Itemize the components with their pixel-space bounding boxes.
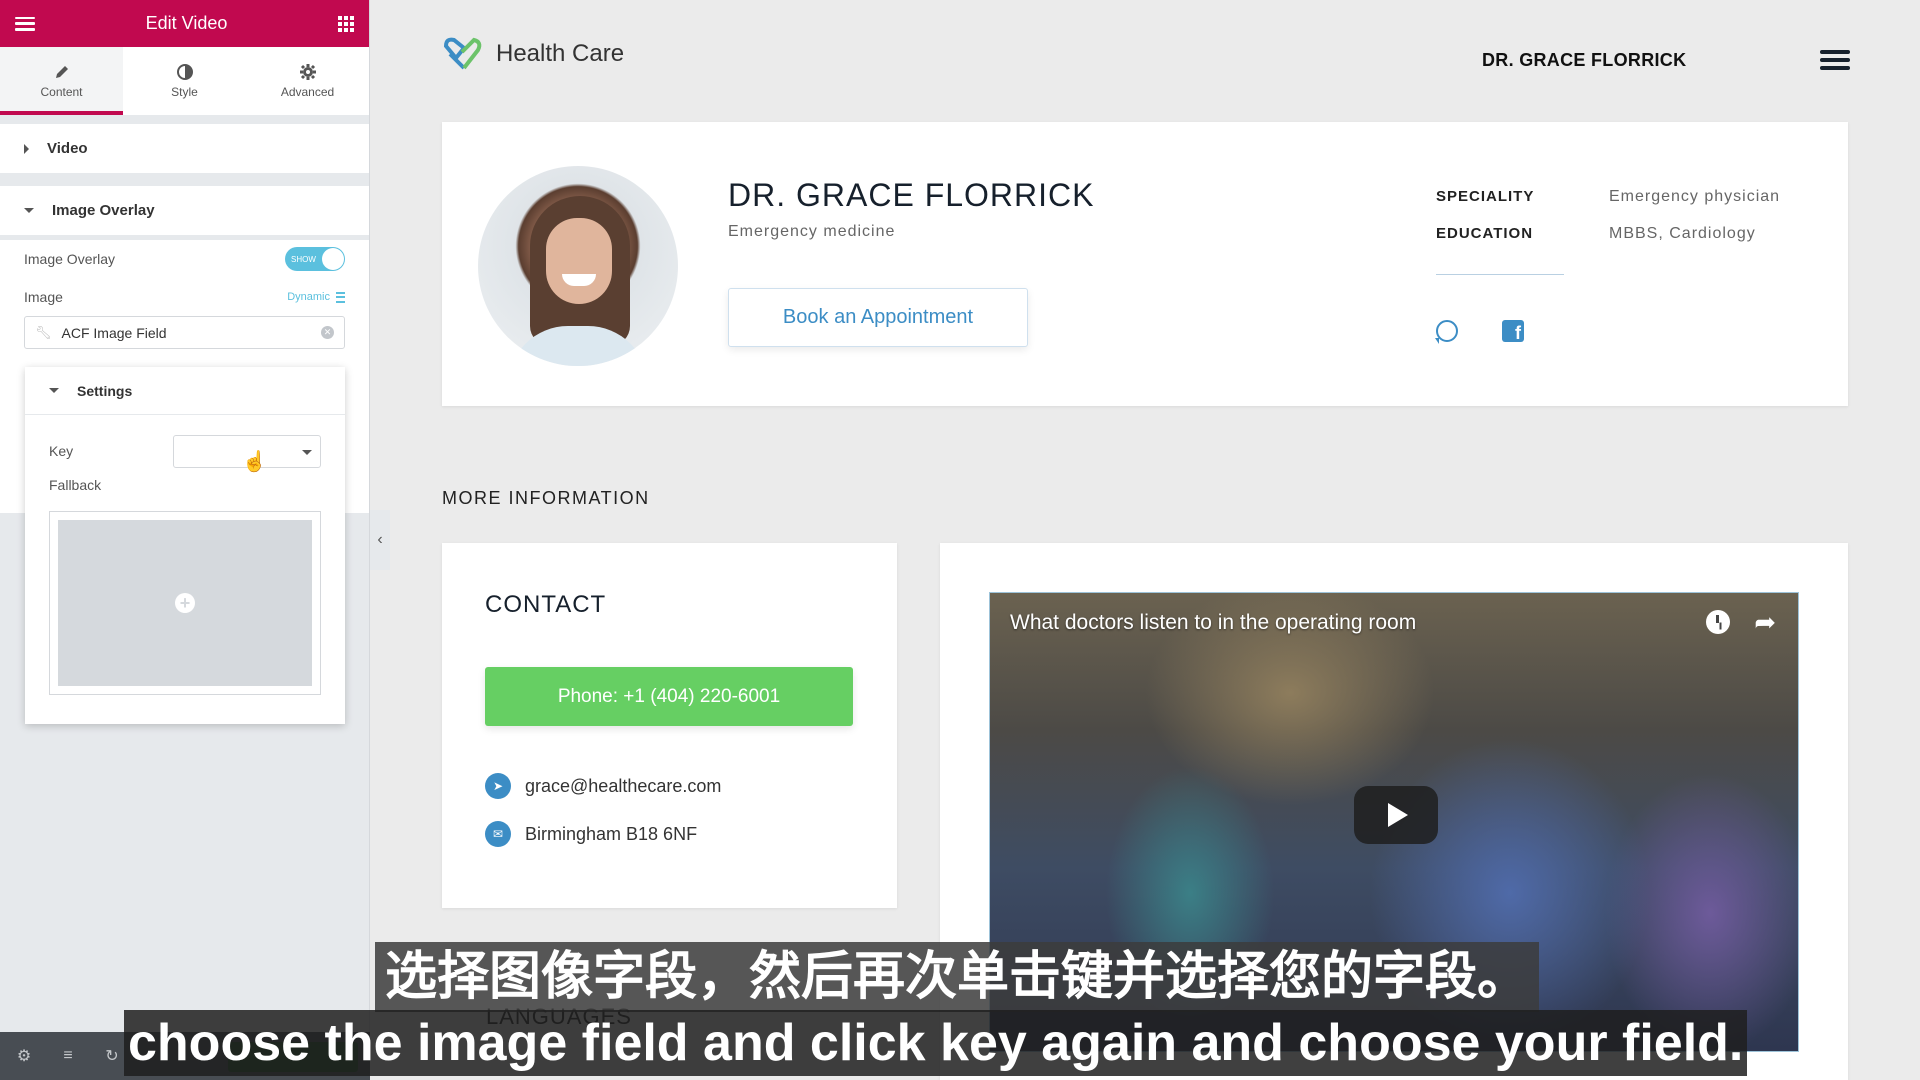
site-logo[interactable]: Health Care — [442, 36, 624, 72]
doctor-subtitle: Emergency medicine — [728, 223, 896, 240]
dynamic-tags-button[interactable]: Dynamic — [287, 291, 345, 303]
image-overlay-toggle[interactable]: SHOW — [285, 247, 345, 271]
widgets-grid-icon[interactable] — [337, 15, 354, 32]
caret-down-icon — [24, 208, 34, 213]
section-video[interactable]: Video — [0, 124, 369, 174]
tab-advanced[interactable]: Advanced — [246, 47, 369, 115]
fallback-label: Fallback — [49, 477, 102, 493]
subtitle-chinese: 选择图像字段，然后再次单击键并选择您的字段。 — [375, 942, 1540, 1012]
tab-label: Content — [40, 85, 83, 99]
panel-header: Edit Video — [0, 0, 369, 47]
tab-label: Advanced — [280, 85, 335, 99]
wrench-icon[interactable]: 🔧︎ — [35, 325, 52, 341]
collapse-panel-handle[interactable]: ‹ — [370, 510, 390, 570]
remove-dynamic-icon[interactable]: ✕ — [321, 326, 334, 339]
site-preview: Health Care DR. GRACE FLORRICK DR. GRACE… — [390, 0, 1920, 1080]
section-label: Video — [47, 140, 88, 157]
key-label: Key — [49, 443, 74, 459]
tab-content[interactable]: Content — [0, 47, 123, 115]
envelope-icon: ✉ — [485, 821, 511, 847]
whatsapp-icon[interactable] — [1435, 320, 1458, 344]
gear-icon — [299, 63, 317, 81]
doctor-avatar — [478, 166, 678, 366]
subtitle-english: choose the image field and click key aga… — [124, 1010, 1748, 1076]
pencil-icon — [53, 63, 71, 81]
info-value: Emergency physician — [1609, 187, 1781, 205]
heart-logo-icon — [443, 37, 482, 70]
image-overlay-row: Image Overlay SHOW — [24, 240, 345, 278]
paper-plane-icon: ➤ — [485, 773, 511, 799]
toggle-knob — [322, 248, 344, 270]
info-row: EDUCATION MBBS, Cardiology — [1436, 215, 1780, 252]
site-menu-icon[interactable] — [1820, 50, 1850, 70]
divider — [1436, 274, 1564, 275]
contact-card: CONTACT Phone: +1 (404) 220-6001 ➤ grace… — [442, 543, 897, 908]
video-title[interactable]: What doctors listen to in the operating … — [1010, 611, 1416, 635]
caret-down-icon — [49, 388, 59, 393]
dynamic-label: Dynamic — [287, 291, 330, 303]
section-label: Image Overlay — [52, 202, 155, 219]
book-appointment-button[interactable]: Book an Appointment — [728, 288, 1028, 347]
nav-doctor-name[interactable]: DR. GRACE FLORRICK — [1482, 50, 1686, 71]
caret-right-icon — [24, 143, 29, 154]
fallback-media-picker[interactable]: + — [49, 511, 321, 695]
panel-title: Edit Video — [145, 13, 228, 33]
image-row: Image Dynamic — [24, 278, 345, 316]
contact-heading: CONTACT — [485, 591, 607, 618]
media-placeholder[interactable]: + — [58, 520, 312, 686]
info-value: MBBS, Cardiology — [1609, 224, 1756, 242]
acf-image-field[interactable]: 🔧︎ ACF Image Field ✕ — [24, 316, 345, 349]
chevron-down-icon — [302, 449, 312, 455]
database-icon — [336, 291, 345, 303]
panel-tabs: Content Style Advanced — [0, 47, 369, 115]
settings-title: Settings — [77, 382, 133, 399]
history-icon[interactable]: ↻ — [102, 1046, 122, 1066]
settings-header[interactable]: Settings — [25, 367, 345, 415]
doctor-name: DR. GRACE FLORRICK — [728, 177, 1095, 213]
social-links: f — [1435, 320, 1524, 344]
info-row: SPECIALITY Emergency physician — [1436, 178, 1780, 215]
key-row: Key — [25, 431, 345, 471]
profile-card: DR. GRACE FLORRICK Emergency medicine Bo… — [442, 122, 1848, 406]
toggle-label: SHOW — [291, 254, 316, 264]
tab-style[interactable]: Style — [123, 47, 246, 115]
gear-icon[interactable]: ⚙ — [14, 1046, 34, 1066]
acf-field-label: ACF Image Field — [61, 324, 167, 341]
settings-popover: Settings Key Fallback + — [25, 367, 345, 724]
phone-button[interactable]: Phone: +1 (404) 220-6001 — [485, 667, 853, 726]
section-image-overlay[interactable]: Image Overlay — [0, 186, 369, 236]
info-key: EDUCATION — [1436, 225, 1534, 242]
address-text: Birmingham B18 6NF — [525, 823, 698, 844]
play-button[interactable] — [1354, 786, 1438, 844]
menu-icon[interactable] — [15, 16, 35, 31]
editor-panel: Edit Video Content Style Advanced Video … — [0, 0, 370, 1080]
layers-icon[interactable]: ≡ — [58, 1047, 78, 1065]
address-line: ✉ Birmingham B18 6NF — [485, 821, 697, 847]
email-line: ➤ grace@healthecare.com — [485, 773, 721, 799]
info-key: SPECIALITY — [1436, 188, 1535, 205]
chevron-left-icon: ‹ — [377, 531, 383, 548]
tab-label: Style — [171, 85, 198, 99]
contrast-icon — [176, 63, 194, 81]
brand-name: Health Care — [496, 40, 625, 67]
watch-later-icon[interactable] — [1706, 610, 1730, 634]
email-link[interactable]: grace@healthecare.com — [525, 776, 721, 797]
hand-cursor-icon: ☝ — [242, 451, 267, 473]
add-image-icon[interactable]: + — [175, 593, 195, 613]
more-information-heading: MORE INFORMATION — [442, 488, 650, 508]
image-overlay-label: Image Overlay — [24, 251, 116, 267]
facebook-icon[interactable]: f — [1502, 320, 1524, 342]
share-icon[interactable]: ➦ — [1754, 607, 1776, 638]
info-table: SPECIALITY Emergency physician EDUCATION… — [1436, 178, 1780, 252]
image-label: Image — [24, 289, 63, 305]
